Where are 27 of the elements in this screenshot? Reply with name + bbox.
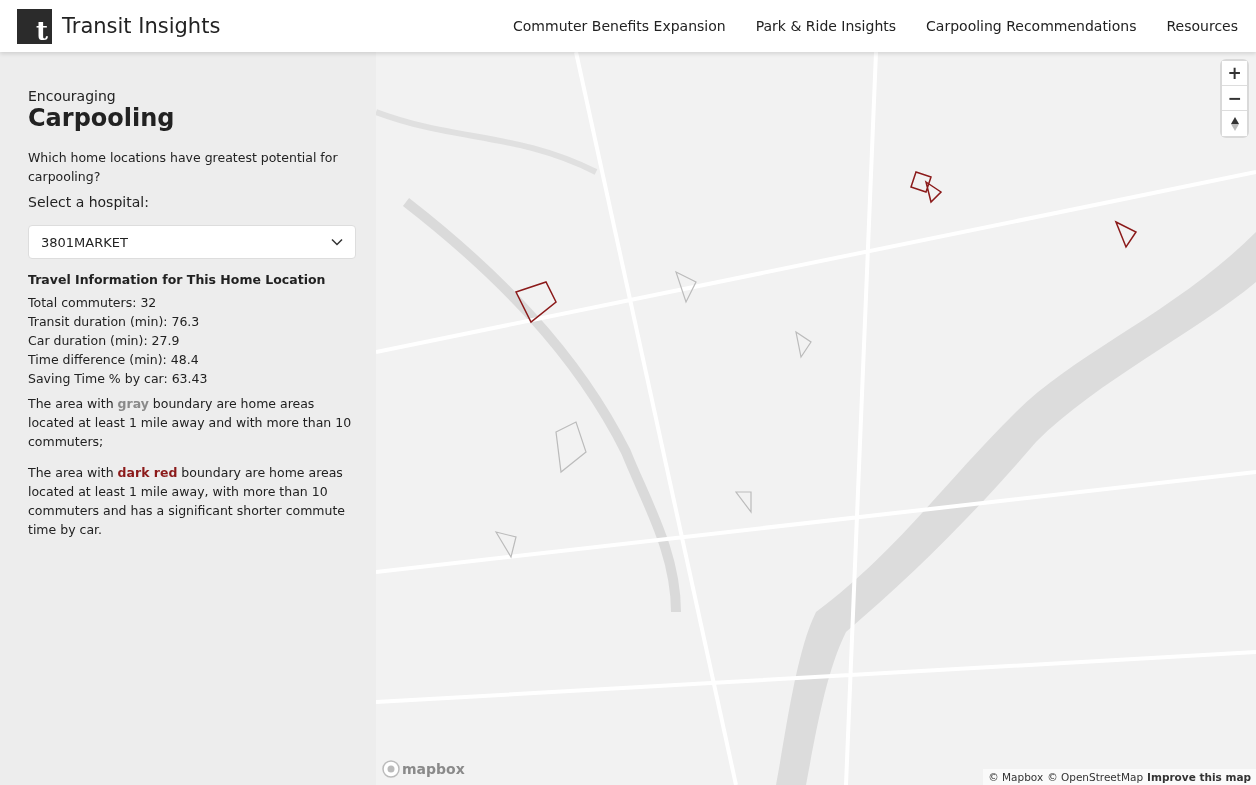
mapbox-logo-text: mapbox bbox=[402, 761, 465, 777]
nav-link[interactable]: Resources bbox=[1166, 18, 1238, 34]
nav-link[interactable]: Park & Ride Insights bbox=[755, 18, 897, 34]
info-line: Car duration (min): 27.9 bbox=[28, 332, 181, 351]
legend-text: The area with dark red boundary are home areas located at least 1 mile away, with more than 10 commuters and has a significant shorter commute time by car. bbox=[28, 464, 347, 540]
info-line: Saving Time % by car: 63.43 bbox=[28, 370, 209, 389]
info-line: Time difference (min): 48.4 bbox=[28, 351, 200, 370]
section-kicker: Encouraging bbox=[28, 88, 117, 104]
improve-map-link[interactable]: Improve this map bbox=[1147, 771, 1251, 783]
compass-arrow-icon bbox=[1229, 115, 1240, 132]
question-text: Which home locations have greatest potential for carpooling? bbox=[28, 148, 339, 186]
nav-link[interactable]: Commuter Benefits Expansion bbox=[513, 18, 726, 34]
select-label: Select a hospital: bbox=[28, 194, 150, 211]
zoom-button[interactable]: + bbox=[1222, 61, 1247, 86]
info-heading: Travel Information for This Home Location bbox=[28, 272, 327, 288]
mapbox-logo-icon bbox=[382, 760, 400, 778]
logo-icon: t bbox=[17, 8, 52, 44]
info-line: Total commuters: 32 bbox=[28, 294, 158, 313]
legend-text: The area with gray boundary are home areas located at least 1 mile away and with more than 10 commuters; bbox=[28, 395, 353, 452]
info-line: Transit duration (min): 76.3 bbox=[28, 313, 201, 332]
nav-link[interactable]: Carpooling Recommendations bbox=[926, 18, 1137, 34]
chevron-down-icon bbox=[331, 238, 343, 247]
page-heading: Carpooling bbox=[28, 104, 176, 133]
attribution-link[interactable]: © Mapbox bbox=[988, 771, 1044, 783]
attribution-link[interactable]: © OpenStreetMap bbox=[1047, 771, 1144, 783]
site-title: Transit Insights bbox=[62, 14, 221, 38]
hospital-dropdown[interactable]: 3801MARKET bbox=[28, 225, 356, 260]
